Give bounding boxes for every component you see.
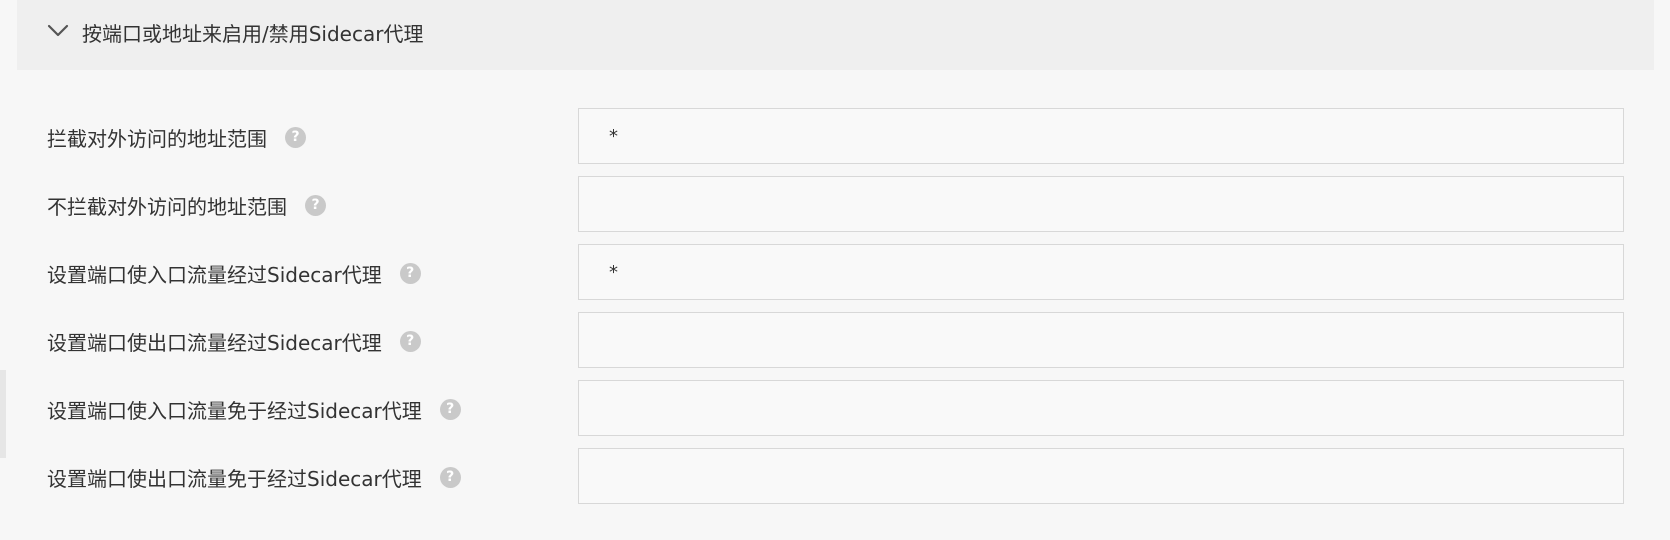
field-label: 设置端口使入口流量经过Sidecar代理 [47, 262, 382, 287]
form-row-exclude-outbound: 不拦截对外访问的地址范围 ? [0, 176, 1670, 234]
intercept-outbound-ranges-input[interactable] [578, 108, 1624, 164]
form-row-include-inbound-ports: 设置端口使入口流量经过Sidecar代理 ? [0, 244, 1670, 302]
form-row-exclude-outbound-ports: 设置端口使出口流量免于经过Sidecar代理 ? [0, 448, 1670, 506]
question-circle-icon[interactable]: ? [399, 262, 421, 284]
include-outbound-ports-input[interactable] [578, 312, 1624, 368]
field-label: 设置端口使出口流量经过Sidecar代理 [47, 330, 382, 355]
exclude-outbound-ports-input[interactable] [578, 448, 1624, 504]
question-circle-icon[interactable]: ? [399, 330, 421, 352]
question-circle-icon[interactable]: ? [439, 466, 461, 488]
form-row-exclude-inbound-ports: 设置端口使入口流量免于经过Sidecar代理 ? [0, 380, 1670, 438]
include-inbound-ports-input[interactable] [578, 244, 1624, 300]
field-label: 设置端口使入口流量免于经过Sidecar代理 [47, 398, 422, 423]
field-label: 设置端口使出口流量免于经过Sidecar代理 [47, 466, 422, 491]
field-label: 不拦截对外访问的地址范围 [47, 194, 287, 219]
question-circle-icon[interactable]: ? [285, 126, 306, 148]
question-circle-icon[interactable]: ? [439, 398, 461, 420]
exclude-outbound-ranges-input[interactable] [578, 176, 1624, 232]
exclude-inbound-ports-input[interactable] [578, 380, 1624, 436]
sidecar-settings-form: 拦截对外访问的地址范围 ? 不拦截对外访问的地址范围 ? 设置端口使入口流量经过… [0, 0, 1670, 540]
form-row-intercept-outbound: 拦截对外访问的地址范围 ? [0, 108, 1670, 166]
question-circle-icon[interactable]: ? [305, 194, 326, 216]
form-row-include-outbound-ports: 设置端口使出口流量经过Sidecar代理 ? [0, 312, 1670, 370]
field-label: 拦截对外访问的地址范围 [47, 126, 267, 151]
